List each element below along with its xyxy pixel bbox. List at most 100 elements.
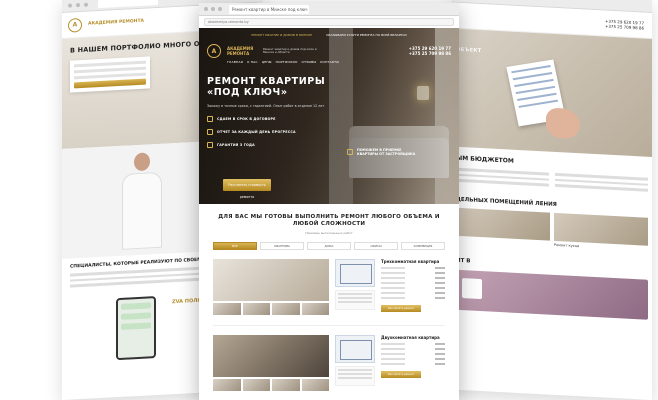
benefit-icon bbox=[207, 142, 213, 148]
person-figure bbox=[122, 152, 162, 254]
gallery-thumbnail[interactable] bbox=[301, 379, 329, 391]
portfolio-form bbox=[70, 56, 150, 93]
window-dot[interactable] bbox=[211, 7, 215, 11]
benefit-item: ОТЧЕТ ЗА КАЖДЫЙ ДЕНЬ ПРОГРЕССА bbox=[207, 129, 451, 135]
room-photo bbox=[554, 212, 648, 246]
spec-row bbox=[381, 287, 445, 289]
project-title: Двухкомнатная квартира bbox=[381, 335, 440, 340]
tab-offices[interactable]: ОФИСЫ bbox=[354, 242, 398, 250]
menu-item-contacts[interactable]: КОНТАКТЫ bbox=[320, 60, 339, 64]
gallery-thumbnail[interactable] bbox=[213, 303, 241, 315]
tab-houses[interactable]: ДОМА bbox=[307, 242, 351, 250]
project-gallery bbox=[213, 259, 329, 315]
text-line bbox=[338, 293, 372, 295]
center-browser-tab[interactable]: Ремонт квартир в Минске под ключ bbox=[229, 4, 309, 14]
phone-number[interactable]: +375 25 709 98 86 bbox=[409, 51, 451, 56]
spec-row bbox=[381, 353, 445, 355]
project-calc-button[interactable]: Рассчитать ремонт bbox=[381, 371, 421, 378]
project-info: Трехкомнатная квартира Рассчитать ремонт bbox=[381, 259, 445, 315]
tab-commercial[interactable]: КОММЕРЦИЯ bbox=[401, 242, 445, 250]
project-main-photo[interactable] bbox=[213, 335, 329, 377]
room-card[interactable]: Ремонт кухни bbox=[554, 212, 648, 251]
floor-plan-image[interactable] bbox=[335, 259, 375, 287]
window-dot bbox=[76, 3, 80, 8]
benefit-icon bbox=[207, 116, 213, 122]
calculate-button[interactable]: Рассчитать стоимость ремонта bbox=[223, 179, 271, 199]
project-calc-button[interactable]: Рассчитать ремонт bbox=[381, 305, 421, 312]
hero-section: РЕМОНТ КВАРТИР И ДОМОВ В МИНСКЕ ОКАЗЫВАЕ… bbox=[199, 28, 459, 204]
window-dot bbox=[68, 3, 72, 8]
hero-content: РЕМОНТ КВАРТИР И ДОМОВ В МИНСКЕ ОКАЗЫВАЕ… bbox=[199, 28, 459, 204]
gallery-thumbnail[interactable] bbox=[242, 379, 270, 391]
gallery-thumbnails bbox=[213, 379, 329, 391]
spec-row bbox=[381, 343, 445, 345]
menu-item-reviews[interactable]: ОТЗЫВЫ bbox=[302, 60, 317, 64]
divider bbox=[213, 325, 445, 326]
chat-message bbox=[121, 301, 151, 310]
gallery-thumbnail[interactable] bbox=[213, 379, 241, 391]
benefit-icon bbox=[207, 129, 213, 135]
section-title: ДЛЯ ВАС МЫ ГОТОВЫ ВЫПОЛНИТЬ РЕМОНТ ЛЮБОГ… bbox=[218, 214, 440, 227]
menu-item-prices[interactable]: ЦЕНЫ bbox=[262, 60, 272, 64]
project-extras bbox=[335, 335, 375, 391]
clip-line bbox=[518, 99, 559, 108]
window-dot[interactable] bbox=[218, 7, 222, 11]
logo-text[interactable]: АКАДЕМИЯ РЕМОНТА bbox=[227, 46, 257, 56]
phone-number[interactable]: +375 25 709 98 86 bbox=[605, 23, 644, 30]
top-strip-text: ОКАЗЫВАЕМ УСЛУГИ РЕМОНТА ПО ВСЕЙ БЕЛАРУС… bbox=[326, 33, 407, 37]
budget-column bbox=[555, 172, 648, 194]
tab-all[interactable]: ВСЕ bbox=[213, 242, 257, 250]
gallery-thumbnail[interactable] bbox=[272, 379, 300, 391]
project-card: Двухкомнатная квартира Рассчитать ремонт bbox=[213, 335, 445, 391]
hero-title: РЕМОНТ КВАРТИРЫ «ПОД КЛЮЧ» bbox=[207, 76, 326, 98]
text-line bbox=[338, 297, 372, 299]
menu-item-home[interactable]: ГЛАВНАЯ bbox=[227, 60, 243, 64]
menu-item-portfolio[interactable]: ПОРТФОЛИО bbox=[276, 60, 298, 64]
gallery-thumbnail[interactable] bbox=[272, 303, 300, 315]
rooms-row: Ремонт кухни bbox=[456, 207, 648, 251]
room-photo bbox=[456, 207, 550, 241]
box-icon bbox=[462, 277, 482, 299]
spec-row bbox=[381, 358, 445, 360]
logo-icon[interactable]: А bbox=[207, 44, 221, 58]
mockup-stage: А АКАДЕМИЯ РЕМОНТА В НАШЕМ ПОРТФОЛИО МНО… bbox=[0, 0, 658, 400]
chat-message bbox=[121, 311, 151, 320]
project-main-photo[interactable] bbox=[213, 259, 329, 301]
benefit-text: СДАЕМ В СРОК В ДОГОВОРЕ bbox=[217, 117, 276, 121]
logo-text: АКАДЕМИЯ РЕМОНТА bbox=[88, 18, 144, 27]
site-header: А АКАДЕМИЯ РЕМОНТА Ремонт квартир и домо… bbox=[207, 44, 451, 58]
address-bar[interactable]: akademiya-remonta.by bbox=[204, 18, 454, 26]
gallery-thumbnail[interactable] bbox=[242, 303, 270, 315]
right-hero: ОБЪЕКТ bbox=[452, 28, 652, 157]
chat-message bbox=[121, 321, 151, 330]
main-menu: ГЛАВНАЯ О НАС ЦЕНЫ ПОРТФОЛИО ОТЗЫВЫ КОНТ… bbox=[227, 60, 451, 64]
left-browser-tab[interactable] bbox=[98, 0, 158, 9]
text-line bbox=[338, 377, 372, 379]
top-strip-text: РЕМОНТ КВАРТИР И ДОМОВ В МИНСКЕ bbox=[251, 33, 313, 37]
window-dot[interactable] bbox=[204, 7, 208, 11]
gallery-thumbnail[interactable] bbox=[301, 303, 329, 315]
benefit-icon bbox=[347, 149, 353, 155]
rooms-section: ДЕЛЬНЫХ ПОМЕЩЕНИЙ ЛЕНИЯ Ремонт кухни bbox=[452, 192, 652, 256]
phone-block: +375 29 620 19 77 +375 25 709 98 86 bbox=[409, 46, 451, 56]
budget-column bbox=[456, 167, 549, 189]
form-submit-button[interactable] bbox=[74, 78, 146, 89]
hero-subtitle: Закажу в точные сроки, с гарантией. Опыт… bbox=[207, 104, 325, 108]
project-gallery bbox=[213, 335, 329, 391]
text-line bbox=[338, 373, 372, 375]
spec-row bbox=[381, 297, 445, 299]
project-card: Трехкомнатная квартира Рассчитать ремонт bbox=[213, 259, 445, 315]
gallery-thumbnails bbox=[213, 303, 329, 315]
spec-row bbox=[381, 277, 445, 279]
text-line bbox=[338, 301, 372, 303]
floor-plan-image[interactable] bbox=[335, 335, 375, 363]
tab-apartments[interactable]: КВАРТИРЫ bbox=[260, 242, 304, 250]
spec-row bbox=[381, 272, 445, 274]
logo-icon[interactable]: А bbox=[68, 17, 82, 33]
text-line bbox=[338, 369, 372, 371]
spec-row bbox=[381, 282, 445, 284]
room-card[interactable] bbox=[456, 207, 550, 246]
menu-item-about[interactable]: О НАС bbox=[247, 60, 258, 64]
project-info: Двухкомнатная квартира Рассчитать ремонт bbox=[381, 335, 445, 391]
phone-mockup bbox=[116, 295, 156, 360]
